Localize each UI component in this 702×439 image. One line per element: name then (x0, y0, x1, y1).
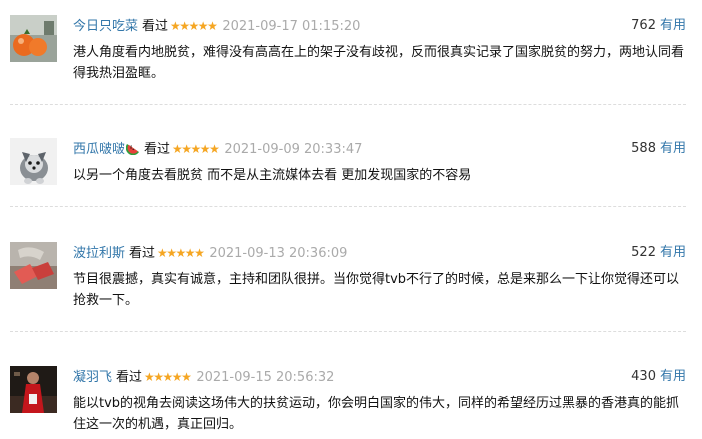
useful-count: 522 (631, 245, 656, 260)
review-content: 以另一个角度去看脱贫 而不是从主流媒体去看 更加发现国家的不容易 (73, 168, 472, 183)
username-link[interactable]: 波拉利斯 (73, 246, 125, 261)
review-meta: 西瓜啵啵 看过 ★★★★★ 2021-09-09 20:33:47 (73, 139, 362, 159)
useful-button[interactable]: 有用 (660, 245, 686, 260)
useful-count: 588 (631, 141, 656, 156)
avatar[interactable] (10, 15, 57, 62)
review-content: 节目很震撼，真实有诚意，主持和团队很拼。当你觉得tvb不行了的时候，总是来那么一… (73, 272, 680, 308)
star-rating: ★★★★★ (170, 19, 218, 33)
useful-vote: 588 有用 (631, 139, 686, 159)
rating-label: 看过 (116, 370, 143, 385)
divider (10, 206, 686, 207)
avatar[interactable] (10, 138, 57, 185)
useful-vote: 762 有用 (631, 16, 686, 36)
review-meta: 今日只吃菜 看过 ★★★★★ 2021-09-17 01:15:20 (73, 16, 360, 36)
star-rating: ★★★★★ (157, 246, 205, 260)
useful-vote: 430 有用 (631, 367, 686, 387)
review-time: 2021-09-15 20:56:32 (196, 370, 335, 385)
watermelon-icon (125, 141, 140, 162)
review-time: 2021-09-13 20:36:09 (209, 246, 348, 261)
star-rating: ★★★★★ (144, 370, 192, 384)
review-meta: 波拉利斯 看过 ★★★★★ 2021-09-13 20:36:09 (73, 243, 347, 263)
rating-label: 看过 (142, 19, 169, 34)
avatar[interactable] (10, 242, 57, 289)
useful-vote: 522 有用 (631, 243, 686, 263)
star-rating: ★★★★★ (172, 142, 220, 156)
useful-button[interactable]: 有用 (660, 369, 686, 384)
useful-button[interactable]: 有用 (660, 141, 686, 156)
review-time: 2021-09-17 01:15:20 (222, 19, 361, 34)
useful-count: 762 (631, 18, 656, 33)
username-link[interactable]: 凝羽飞 (73, 370, 112, 385)
username-link[interactable]: 今日只吃菜 (73, 19, 138, 34)
review-list: 今日只吃菜 看过 ★★★★★ 2021-09-17 01:15:20 762 有用 港人… (0, 0, 702, 439)
rating-label: 看过 (144, 142, 171, 157)
review-time: 2021-09-09 20:33:47 (224, 142, 363, 157)
review-meta: 凝羽飞 看过 ★★★★★ 2021-09-15 20:56:32 (73, 367, 334, 387)
username-link[interactable]: 西瓜啵啵 (73, 142, 125, 157)
avatar[interactable] (10, 366, 57, 413)
useful-count: 430 (631, 369, 656, 384)
review-content: 港人角度看内地脱贫，难得没有高高在上的架子没有歧视，反而很真实记录了国家脱贫的努… (73, 45, 685, 81)
useful-button[interactable]: 有用 (660, 18, 686, 33)
rating-label: 看过 (129, 246, 156, 261)
divider (10, 331, 686, 332)
divider (10, 104, 686, 105)
review-content: 能以tvb的视角去阅读这场伟大的扶贫运动，你会明白国家的伟大，同样的希望经历过黑… (73, 396, 680, 432)
